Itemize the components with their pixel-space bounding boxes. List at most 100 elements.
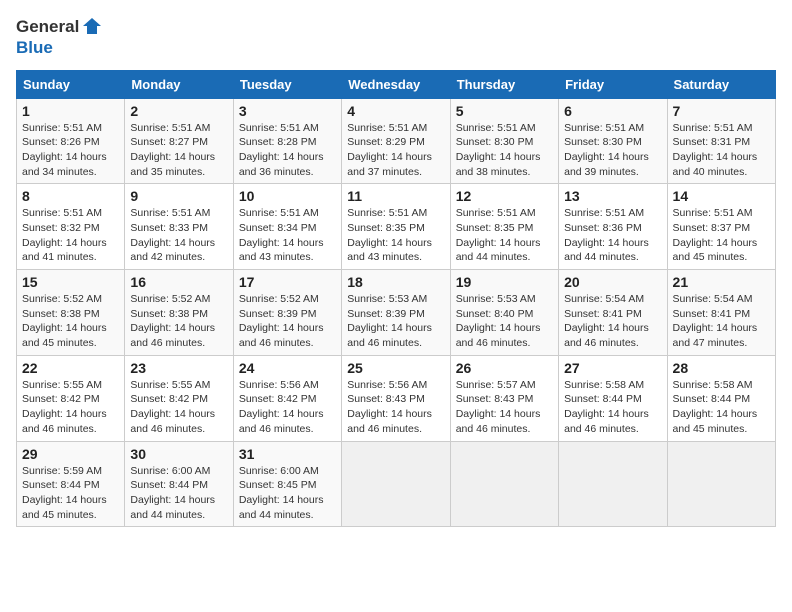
calendar-cell: 5 Sunrise: 5:51 AMSunset: 8:30 PMDayligh… [450,98,558,184]
day-info: Sunrise: 5:56 AMSunset: 8:43 PMDaylight:… [347,379,432,435]
calendar-cell: 19 Sunrise: 5:53 AMSunset: 8:40 PMDaylig… [450,270,558,356]
day-info: Sunrise: 5:56 AMSunset: 8:42 PMDaylight:… [239,379,324,435]
day-info: Sunrise: 5:55 AMSunset: 8:42 PMDaylight:… [130,379,215,435]
logo: General Blue [16,16,103,58]
day-number: 11 [347,188,444,204]
day-number: 21 [673,274,770,290]
day-number: 10 [239,188,336,204]
day-number: 3 [239,103,336,119]
day-number: 5 [456,103,553,119]
header-friday: Friday [559,70,667,98]
day-info: Sunrise: 5:52 AMSunset: 8:39 PMDaylight:… [239,293,324,349]
calendar-cell: 26 Sunrise: 5:57 AMSunset: 8:43 PMDaylig… [450,355,558,441]
day-info: Sunrise: 5:54 AMSunset: 8:41 PMDaylight:… [673,293,758,349]
calendar-cell: 11 Sunrise: 5:51 AMSunset: 8:35 PMDaylig… [342,184,450,270]
calendar-cell [559,441,667,527]
calendar-cell: 21 Sunrise: 5:54 AMSunset: 8:41 PMDaylig… [667,270,775,356]
day-number: 29 [22,446,119,462]
day-info: Sunrise: 5:51 AMSunset: 8:26 PMDaylight:… [22,122,107,178]
day-number: 18 [347,274,444,290]
day-number: 22 [22,360,119,376]
day-number: 8 [22,188,119,204]
day-number: 26 [456,360,553,376]
calendar-cell: 8 Sunrise: 5:51 AMSunset: 8:32 PMDayligh… [17,184,125,270]
day-info: Sunrise: 5:58 AMSunset: 8:44 PMDaylight:… [564,379,649,435]
calendar-cell [667,441,775,527]
header-wednesday: Wednesday [342,70,450,98]
day-info: Sunrise: 5:55 AMSunset: 8:42 PMDaylight:… [22,379,107,435]
day-number: 14 [673,188,770,204]
logo-blue: Blue [16,38,53,58]
calendar-cell: 25 Sunrise: 5:56 AMSunset: 8:43 PMDaylig… [342,355,450,441]
day-number: 6 [564,103,661,119]
day-number: 2 [130,103,227,119]
calendar-week-2: 8 Sunrise: 5:51 AMSunset: 8:32 PMDayligh… [17,184,776,270]
day-number: 30 [130,446,227,462]
header-thursday: Thursday [450,70,558,98]
day-info: Sunrise: 5:59 AMSunset: 8:44 PMDaylight:… [22,465,107,521]
calendar-week-3: 15 Sunrise: 5:52 AMSunset: 8:38 PMDaylig… [17,270,776,356]
logo-bird-icon [81,16,103,38]
day-info: Sunrise: 6:00 AMSunset: 8:44 PMDaylight:… [130,465,215,521]
day-number: 31 [239,446,336,462]
calendar-table: SundayMondayTuesdayWednesdayThursdayFrid… [16,70,776,528]
calendar-header: SundayMondayTuesdayWednesdayThursdayFrid… [17,70,776,98]
day-info: Sunrise: 5:51 AMSunset: 8:36 PMDaylight:… [564,207,649,263]
day-info: Sunrise: 5:51 AMSunset: 8:30 PMDaylight:… [456,122,541,178]
header-saturday: Saturday [667,70,775,98]
calendar-cell: 13 Sunrise: 5:51 AMSunset: 8:36 PMDaylig… [559,184,667,270]
day-info: Sunrise: 5:51 AMSunset: 8:31 PMDaylight:… [673,122,758,178]
day-info: Sunrise: 5:51 AMSunset: 8:34 PMDaylight:… [239,207,324,263]
day-info: Sunrise: 5:58 AMSunset: 8:44 PMDaylight:… [673,379,758,435]
day-info: Sunrise: 5:53 AMSunset: 8:40 PMDaylight:… [456,293,541,349]
day-number: 27 [564,360,661,376]
day-number: 25 [347,360,444,376]
day-info: Sunrise: 5:51 AMSunset: 8:32 PMDaylight:… [22,207,107,263]
calendar-cell: 2 Sunrise: 5:51 AMSunset: 8:27 PMDayligh… [125,98,233,184]
calendar-cell: 22 Sunrise: 5:55 AMSunset: 8:42 PMDaylig… [17,355,125,441]
day-info: Sunrise: 5:52 AMSunset: 8:38 PMDaylight:… [130,293,215,349]
calendar-cell: 4 Sunrise: 5:51 AMSunset: 8:29 PMDayligh… [342,98,450,184]
day-info: Sunrise: 5:54 AMSunset: 8:41 PMDaylight:… [564,293,649,349]
day-number: 28 [673,360,770,376]
header-monday: Monday [125,70,233,98]
day-info: Sunrise: 5:51 AMSunset: 8:30 PMDaylight:… [564,122,649,178]
calendar-cell: 12 Sunrise: 5:51 AMSunset: 8:35 PMDaylig… [450,184,558,270]
day-number: 19 [456,274,553,290]
day-info: Sunrise: 5:53 AMSunset: 8:39 PMDaylight:… [347,293,432,349]
calendar-cell: 16 Sunrise: 5:52 AMSunset: 8:38 PMDaylig… [125,270,233,356]
calendar-week-1: 1 Sunrise: 5:51 AMSunset: 8:26 PMDayligh… [17,98,776,184]
calendar-week-5: 29 Sunrise: 5:59 AMSunset: 8:44 PMDaylig… [17,441,776,527]
day-number: 9 [130,188,227,204]
day-info: Sunrise: 5:51 AMSunset: 8:35 PMDaylight:… [456,207,541,263]
header-sunday: Sunday [17,70,125,98]
header-tuesday: Tuesday [233,70,341,98]
page-header: General Blue [16,16,776,58]
calendar-cell: 24 Sunrise: 5:56 AMSunset: 8:42 PMDaylig… [233,355,341,441]
calendar-body: 1 Sunrise: 5:51 AMSunset: 8:26 PMDayligh… [17,98,776,527]
day-info: Sunrise: 5:51 AMSunset: 8:29 PMDaylight:… [347,122,432,178]
calendar-cell: 1 Sunrise: 5:51 AMSunset: 8:26 PMDayligh… [17,98,125,184]
calendar-cell: 18 Sunrise: 5:53 AMSunset: 8:39 PMDaylig… [342,270,450,356]
day-info: Sunrise: 5:51 AMSunset: 8:35 PMDaylight:… [347,207,432,263]
calendar-cell: 27 Sunrise: 5:58 AMSunset: 8:44 PMDaylig… [559,355,667,441]
calendar-cell: 30 Sunrise: 6:00 AMSunset: 8:44 PMDaylig… [125,441,233,527]
day-number: 20 [564,274,661,290]
calendar-cell: 3 Sunrise: 5:51 AMSunset: 8:28 PMDayligh… [233,98,341,184]
logo-general: General [16,17,79,37]
day-info: Sunrise: 5:52 AMSunset: 8:38 PMDaylight:… [22,293,107,349]
day-info: Sunrise: 6:00 AMSunset: 8:45 PMDaylight:… [239,465,324,521]
day-info: Sunrise: 5:57 AMSunset: 8:43 PMDaylight:… [456,379,541,435]
calendar-cell [342,441,450,527]
day-number: 15 [22,274,119,290]
day-number: 17 [239,274,336,290]
day-info: Sunrise: 5:51 AMSunset: 8:27 PMDaylight:… [130,122,215,178]
day-info: Sunrise: 5:51 AMSunset: 8:37 PMDaylight:… [673,207,758,263]
day-number: 7 [673,103,770,119]
day-number: 1 [22,103,119,119]
day-number: 16 [130,274,227,290]
calendar-cell [450,441,558,527]
calendar-cell: 23 Sunrise: 5:55 AMSunset: 8:42 PMDaylig… [125,355,233,441]
calendar-cell: 15 Sunrise: 5:52 AMSunset: 8:38 PMDaylig… [17,270,125,356]
calendar-cell: 7 Sunrise: 5:51 AMSunset: 8:31 PMDayligh… [667,98,775,184]
